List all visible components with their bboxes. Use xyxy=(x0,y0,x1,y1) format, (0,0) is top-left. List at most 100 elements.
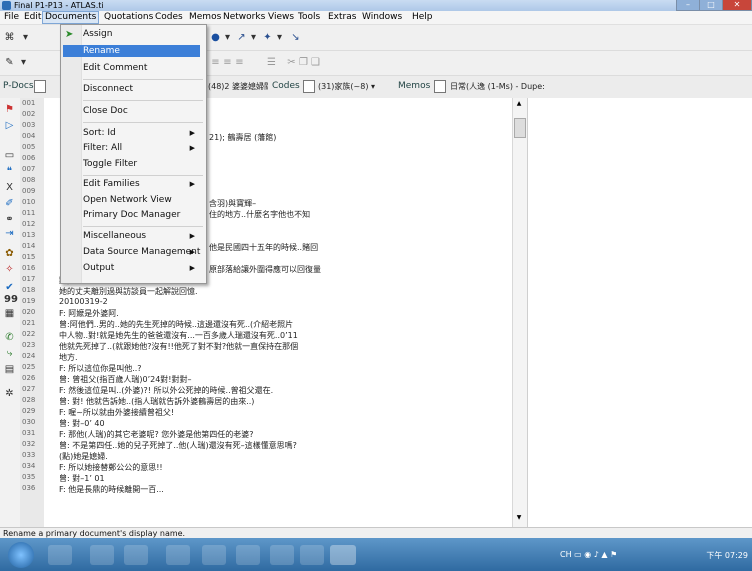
menu-item-toggle-filter[interactable]: Toggle Filter xyxy=(83,158,201,170)
menu-views[interactable]: Views xyxy=(266,11,296,24)
taskbar-app-button[interactable] xyxy=(300,545,324,565)
menu-item-sort-id[interactable]: Sort: Id ▶ xyxy=(83,127,201,139)
dropdown-arrow-icon[interactable]: ▾ xyxy=(274,32,285,43)
start-button[interactable] xyxy=(8,542,34,568)
compass-icon[interactable]: ✧ xyxy=(4,264,15,275)
link-icon[interactable]: ⚭ xyxy=(4,214,15,225)
document-line: F: 所以這位你是叫他..? xyxy=(59,364,142,373)
merge-icon[interactable]: ⇥ xyxy=(4,228,15,239)
close-button[interactable]: ✕ xyxy=(722,0,752,11)
taskbar-app-button[interactable] xyxy=(236,545,260,565)
taskbar-app-button[interactable] xyxy=(48,545,72,565)
menu-help[interactable]: Help xyxy=(410,11,435,24)
copy-icon[interactable]: ❐ xyxy=(298,57,309,68)
dropdown-arrow-icon[interactable]: ▾ xyxy=(222,32,233,43)
menu-extras[interactable]: Extras xyxy=(326,11,358,24)
minimize-button[interactable]: – xyxy=(676,0,700,11)
arrow-icon[interactable]: ↗ xyxy=(236,32,247,43)
memos-list-button[interactable] xyxy=(434,80,446,93)
menu-item-assign[interactable]: Assign xyxy=(83,28,201,40)
menu-item-miscellaneous[interactable]: Miscellaneous ▶ xyxy=(83,230,201,242)
taskbar-atlas-button[interactable] xyxy=(330,545,356,565)
margin-area[interactable] xyxy=(527,98,752,527)
connector-icon[interactable]: ⤷ xyxy=(4,348,15,359)
taskbar-app-button[interactable] xyxy=(270,545,294,565)
taskbar-app-button[interactable] xyxy=(124,545,148,565)
quote-marks-icon[interactable]: 99 xyxy=(4,294,18,305)
menu-file[interactable]: File xyxy=(2,11,21,24)
phone-icon[interactable]: ✆ xyxy=(4,332,15,343)
tool-icon[interactable]: ↘ xyxy=(290,32,301,43)
align-center-icon[interactable]: ≡ xyxy=(222,57,233,68)
memos-selector[interactable]: 日常(人逸 (1-Ms) - Dupe: xyxy=(450,80,580,93)
menu-tools[interactable]: Tools xyxy=(296,11,322,24)
menu-networks[interactable]: Networks xyxy=(221,11,267,24)
clock[interactable]: 下午 07:29 xyxy=(706,550,748,561)
scroll-down-arrow-icon[interactable]: ▼ xyxy=(514,514,524,522)
menu-item-data-source-management[interactable]: Data Source Management ▶ xyxy=(83,246,201,258)
menu-memos[interactable]: Memos xyxy=(187,11,223,24)
line-number: 017 xyxy=(22,275,36,283)
align-left-icon[interactable]: ≡ xyxy=(210,57,221,68)
line-number: 036 xyxy=(22,484,36,492)
menu-windows[interactable]: Windows xyxy=(360,11,404,24)
taskbar-app-button[interactable] xyxy=(90,545,114,565)
info-icon[interactable]: ● xyxy=(210,32,221,43)
menu-documents[interactable]: Documents xyxy=(42,11,100,24)
line-number: 021 xyxy=(22,319,36,327)
line-number: 008 xyxy=(22,176,36,184)
assign-icon: ➤ xyxy=(65,29,74,40)
quote-icon[interactable]: ❝ xyxy=(4,166,15,177)
menu-item-output[interactable]: Output ▶ xyxy=(83,262,201,274)
menu-item-close-doc[interactable]: Close Doc xyxy=(83,105,201,117)
menu-item-edit-comment[interactable]: Edit Comment xyxy=(83,62,201,74)
quotes-selector[interactable]: (48)2 婆婆媳婦關係 [婆媳(08)] ▾ xyxy=(208,80,268,93)
taskbar-app-button[interactable] xyxy=(202,545,226,565)
codes-label: Codes xyxy=(272,81,300,91)
maximize-button[interactable]: □ xyxy=(699,0,723,11)
code-icon[interactable]: ⚑ xyxy=(4,104,15,115)
paste-icon[interactable]: ❑ xyxy=(310,57,321,68)
menu-edit[interactable]: Edit xyxy=(22,11,43,24)
menu-quotations[interactable]: Quotations xyxy=(102,11,155,24)
edit-icon[interactable]: ✐ xyxy=(4,198,15,209)
table-icon[interactable]: ▤ xyxy=(4,364,15,375)
dropdown-arrow-icon[interactable]: ▾ xyxy=(18,57,29,68)
line-number: 005 xyxy=(22,143,36,151)
margin-toolbar: ⚑ ▷ ▭ ❝ Ⅹ ✐ ⚭ ⇥ ✿ ✧ ✔ 99 ▦ ✆ ⤷ ▤ ✲ xyxy=(0,98,21,527)
pdocs-label: P-Docs xyxy=(3,81,34,91)
menu-item-open-network-view[interactable]: Open Network View xyxy=(83,194,201,206)
document-scrollbar[interactable]: ▲ ▼ xyxy=(512,98,527,527)
scroll-up-arrow-icon[interactable]: ▲ xyxy=(514,100,524,108)
new-project-icon[interactable]: ⌘ xyxy=(4,32,15,43)
cut-icon[interactable]: ✂ xyxy=(286,57,297,68)
menu-item-primary-doc-manager[interactable]: Primary Doc Manager xyxy=(83,209,201,221)
brush-icon[interactable]: ✿ xyxy=(4,248,15,259)
menu-item-edit-families[interactable]: Edit Families ▶ xyxy=(83,178,201,190)
dropdown-arrow-icon[interactable]: ▾ xyxy=(248,32,259,43)
grid-icon[interactable]: ▦ xyxy=(4,308,15,319)
play-icon[interactable]: ▷ xyxy=(4,120,15,131)
taskbar-app-button[interactable] xyxy=(166,545,190,565)
rectangle-icon[interactable]: ▭ xyxy=(4,150,15,161)
network-icon[interactable]: ✲ xyxy=(4,388,15,399)
pen-icon[interactable]: ✎ xyxy=(4,57,15,68)
pdocs-list-button[interactable] xyxy=(34,80,46,93)
menu-item-filter-all[interactable]: Filter: All ▶ xyxy=(83,142,201,154)
line-number: 010 xyxy=(22,198,36,206)
list-icon[interactable]: ☰ xyxy=(266,57,277,68)
align-right-icon[interactable]: ≡ xyxy=(234,57,245,68)
line-number: 006 xyxy=(22,154,36,162)
menu-item-disconnect[interactable]: Disconnect xyxy=(83,83,201,95)
menu-item-rename[interactable]: Rename xyxy=(63,45,200,57)
system-tray-icons[interactable]: CH ▭ ◉ ♪ ▲ ⚑ xyxy=(560,550,660,560)
navigate-icon[interactable]: ✦ xyxy=(262,32,273,43)
scroll-thumb[interactable] xyxy=(514,118,526,138)
dropdown-arrow-icon[interactable]: ▾ xyxy=(20,32,31,43)
codes-selector[interactable]: (31)家族(~8) ▾ xyxy=(318,80,390,93)
text-icon[interactable]: Ⅹ xyxy=(4,182,15,193)
codes-list-button[interactable] xyxy=(303,80,315,93)
check-icon[interactable]: ✔ xyxy=(4,282,15,293)
line-number: 034 xyxy=(22,462,36,470)
menu-codes[interactable]: Codes xyxy=(153,11,185,24)
